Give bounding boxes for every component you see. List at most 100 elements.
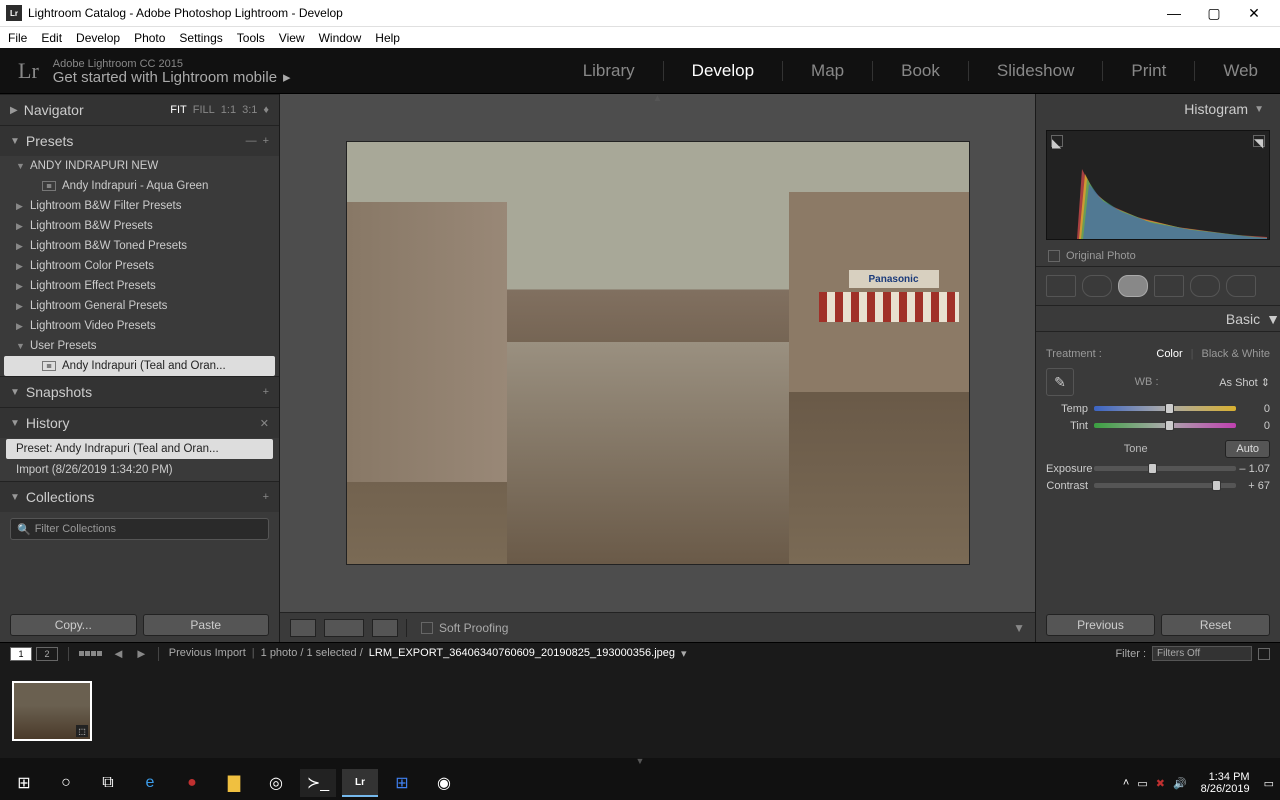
preset-item[interactable]: ≣Andy Indrapuri (Teal and Oran...	[4, 356, 275, 376]
task-view-icon[interactable]: ⧉	[90, 769, 126, 797]
spot-removal-tool[interactable]	[1082, 275, 1112, 297]
menu-window[interactable]: Window	[319, 31, 362, 45]
grid-view-icon[interactable]	[79, 651, 102, 656]
menu-photo[interactable]: Photo	[134, 31, 165, 45]
clip-highlights-icon[interactable]: ◥	[1253, 135, 1265, 147]
chrome-icon[interactable]: ◉	[426, 769, 462, 797]
menu-tools[interactable]: Tools	[237, 31, 265, 45]
module-book[interactable]: Book	[897, 61, 944, 81]
history-panel-header[interactable]: ▼ History ✕	[0, 408, 279, 438]
zoom-fill[interactable]: FILL	[193, 104, 215, 116]
file-explorer-icon[interactable]: ▇	[216, 769, 252, 797]
system-clock[interactable]: 1:34 PM 8/26/2019	[1195, 771, 1256, 795]
chevron-right-icon[interactable]: ▸	[283, 71, 291, 85]
brand-line2[interactable]: Get started with Lightroom mobile	[53, 71, 277, 85]
soft-proofing-checkbox[interactable]	[421, 622, 433, 634]
preset-group[interactable]: ▶Lightroom Effect Presets	[0, 276, 279, 296]
filmstrip-scrollbar[interactable]: ▼	[0, 758, 1280, 766]
edge-icon[interactable]: e	[132, 769, 168, 797]
nav-back-icon[interactable]: ◄	[112, 646, 125, 661]
contrast-slider[interactable]: Contrast + 67	[1046, 477, 1270, 494]
module-web[interactable]: Web	[1219, 61, 1262, 81]
app-icon[interactable]: ●	[174, 769, 210, 797]
filename-menu-icon[interactable]: ▾	[681, 647, 687, 660]
nav-forward-icon[interactable]: ►	[135, 646, 148, 661]
white-balance-picker-icon[interactable]: ✎	[1046, 368, 1074, 396]
tint-slider[interactable]: Tint 0	[1046, 417, 1270, 434]
start-button[interactable]: ⊞	[6, 769, 42, 797]
preset-group[interactable]: ▶Lightroom General Presets	[0, 296, 279, 316]
volume-icon[interactable]: 🔊	[1173, 777, 1187, 790]
menu-edit[interactable]: Edit	[41, 31, 62, 45]
temp-slider[interactable]: Temp 0	[1046, 400, 1270, 417]
zoom-1-1[interactable]: 1:1	[221, 104, 236, 116]
graduated-filter-tool[interactable]	[1154, 275, 1184, 297]
reset-button[interactable]: Reset	[1161, 614, 1270, 636]
toolbar-menu-icon[interactable]: ▼	[1013, 621, 1025, 635]
close-icon[interactable]: ✕	[260, 417, 269, 430]
app-icon-2[interactable]: ◎	[258, 769, 294, 797]
clip-shadows-icon[interactable]: ◣	[1051, 135, 1063, 147]
copy-button[interactable]: Copy...	[10, 614, 137, 636]
breadcrumb[interactable]: Previous Import	[169, 647, 246, 660]
paste-button[interactable]: Paste	[143, 614, 270, 636]
before-after-lr-icon[interactable]	[324, 619, 364, 637]
module-slideshow[interactable]: Slideshow	[993, 61, 1079, 81]
menu-help[interactable]: Help	[375, 31, 400, 45]
notifications-icon[interactable]: ▭	[1264, 777, 1274, 790]
history-item[interactable]: Import (8/26/2019 1:34:20 PM)	[6, 460, 273, 480]
zoom-fit[interactable]: FIT	[170, 104, 187, 116]
terminal-icon[interactable]: ≻_	[300, 769, 336, 797]
preset-group[interactable]: ▶Lightroom Color Presets	[0, 256, 279, 276]
plus-icon[interactable]: +	[263, 135, 269, 147]
presets-panel-header[interactable]: ▼ Presets — +	[0, 126, 279, 156]
radial-filter-tool[interactable]	[1190, 275, 1220, 297]
menu-file[interactable]: File	[8, 31, 27, 45]
original-photo-checkbox[interactable]	[1048, 250, 1060, 262]
preset-group[interactable]: ▼ANDY INDRAPURI NEW	[0, 156, 279, 176]
collections-panel-header[interactable]: ▼ Collections +	[0, 482, 279, 512]
module-print[interactable]: Print	[1127, 61, 1170, 81]
close-button[interactable]: ✕	[1234, 0, 1274, 26]
current-filename[interactable]: LRM_EXPORT_36406340760609_20190825_19300…	[369, 647, 675, 660]
preset-group[interactable]: ▶Lightroom B&W Filter Presets	[0, 196, 279, 216]
filter-lock-icon[interactable]	[1258, 648, 1270, 660]
panel-collapse-top-icon[interactable]: ▲	[653, 93, 663, 104]
preset-group[interactable]: ▶Lightroom B&W Presets	[0, 216, 279, 236]
tray-chevron-icon[interactable]: ˄	[1123, 777, 1129, 789]
plus-icon[interactable]: +	[263, 491, 269, 503]
treatment-bw[interactable]: Black & White	[1202, 348, 1270, 360]
module-library[interactable]: Library	[579, 61, 639, 81]
preset-group[interactable]: ▼User Presets	[0, 336, 279, 356]
crop-tool[interactable]	[1046, 275, 1076, 297]
display-1[interactable]: 1	[10, 647, 32, 661]
app-icon-3[interactable]: ⊞	[384, 769, 420, 797]
history-item[interactable]: Preset: Andy Indrapuri (Teal and Oran...	[6, 439, 273, 459]
photo-preview[interactable]: Panasonic	[346, 141, 970, 565]
before-after-tb-icon[interactable]	[372, 619, 398, 637]
menu-develop[interactable]: Develop	[76, 31, 120, 45]
previous-button[interactable]: Previous	[1046, 614, 1155, 636]
treatment-color[interactable]: Color	[1156, 348, 1182, 360]
panel-collapse-bottom-icon[interactable]: ▼	[636, 756, 645, 766]
loupe-view-icon[interactable]	[290, 619, 316, 637]
redeye-tool[interactable]	[1118, 275, 1148, 297]
maximize-button[interactable]: ▢	[1194, 0, 1234, 26]
zoom-3-1[interactable]: 3:1	[242, 104, 257, 116]
preset-group[interactable]: ▶Lightroom B&W Toned Presets	[0, 236, 279, 256]
zoom-menu-icon[interactable]: ♦	[263, 104, 269, 116]
cortana-icon[interactable]: ○	[48, 769, 84, 797]
preset-group[interactable]: ▶Lightroom Video Presets	[0, 316, 279, 336]
minimize-button[interactable]: —	[1154, 0, 1194, 26]
plus-icon[interactable]: +	[263, 386, 269, 398]
menu-settings[interactable]: Settings	[179, 31, 222, 45]
wb-dropdown[interactable]: As Shot ⇕	[1219, 376, 1270, 389]
network-icon[interactable]: ✖	[1156, 777, 1165, 790]
histogram-panel-header[interactable]: Histogram ▼	[1036, 94, 1280, 124]
histogram[interactable]: ◣ ◥	[1046, 130, 1270, 240]
lightroom-taskbar-icon[interactable]: Lr	[342, 769, 378, 797]
filter-collections-input[interactable]: 🔍 Filter Collections	[10, 518, 269, 540]
navigator-panel-header[interactable]: ▶ Navigator FIT FILL 1:1 3:1 ♦	[0, 95, 279, 125]
battery-icon[interactable]: ▭	[1137, 777, 1147, 790]
module-develop[interactable]: Develop	[688, 61, 758, 81]
